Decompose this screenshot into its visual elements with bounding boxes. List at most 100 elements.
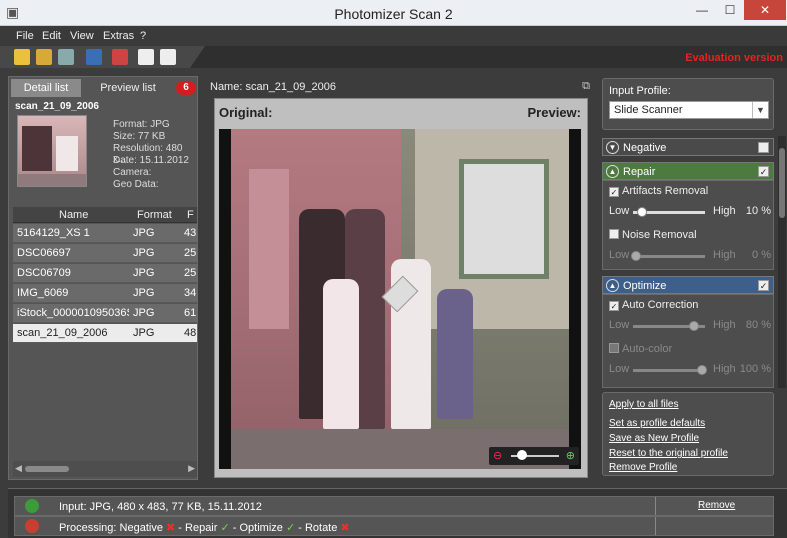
file-detail: scan_21_09_2006 Format: JPG Size: 77 KB … bbox=[13, 99, 197, 215]
repair-options: ✓ Artifacts Removal Low High 10 % Noise R… bbox=[602, 180, 774, 270]
auto-color-slider[interactable] bbox=[633, 369, 705, 372]
image-name-label: Name: scan_21_09_2006 bbox=[210, 81, 336, 93]
table-row-selected[interactable]: scan_21_09_2006 JPG 48 bbox=[13, 324, 197, 343]
save-icon[interactable] bbox=[86, 49, 102, 65]
noise-checkbox[interactable] bbox=[609, 229, 619, 239]
auto-color-option[interactable]: Auto-color bbox=[609, 343, 672, 355]
scroll-left-icon[interactable]: ◀ bbox=[15, 463, 22, 474]
rotate-off-icon: ✖ bbox=[340, 522, 350, 534]
detail-date: Date: 15.11.2012 bbox=[113, 155, 189, 166]
table-row[interactable]: IMG_6069 JPG 34 bbox=[13, 284, 197, 303]
negative-off-icon: ✖ bbox=[166, 522, 176, 534]
menu-file[interactable]: File bbox=[16, 30, 34, 42]
open-folder-icon[interactable] bbox=[14, 49, 30, 65]
input-profile-select[interactable]: Slide Scanner ▼ bbox=[609, 101, 769, 119]
menu-view[interactable]: View bbox=[70, 30, 94, 42]
reset-profile-link[interactable]: Reset to the original profile bbox=[609, 448, 728, 459]
set-profile-defaults-link[interactable]: Set as profile defaults bbox=[609, 418, 705, 429]
split-view-icon[interactable] bbox=[160, 49, 176, 65]
column-format[interactable]: Format bbox=[137, 209, 172, 221]
optimize-options: ✓ Auto Correction Low High 80 % Auto-colo… bbox=[602, 294, 774, 388]
minimize-button[interactable]: — bbox=[688, 0, 716, 20]
noise-slider[interactable] bbox=[633, 255, 705, 258]
column-extra[interactable]: F bbox=[187, 209, 194, 221]
preview-label: Preview: bbox=[527, 105, 581, 120]
table-row[interactable]: 5164129_XS 1 JPG 43 bbox=[13, 224, 197, 243]
section-repair[interactable]: ▲ Repair ✓ bbox=[602, 162, 774, 180]
zoom-control[interactable]: ⊖ ⊕ bbox=[489, 447, 579, 465]
menu-extras[interactable]: Extras bbox=[103, 30, 134, 42]
input-profile-box: Input Profile: Slide Scanner ▼ bbox=[602, 78, 774, 130]
scroll-right-icon[interactable]: ▶ bbox=[188, 463, 195, 474]
preview-panel: Name: scan_21_09_2006 ⧉ Original: Previe… bbox=[204, 76, 596, 480]
noise-slider-row: Low High 0 % bbox=[609, 249, 771, 261]
scrollbar-thumb[interactable] bbox=[779, 148, 785, 218]
auto-color-slider-knob[interactable] bbox=[697, 365, 707, 375]
detail-camera: Camera: bbox=[113, 167, 152, 178]
scrollbar-thumb[interactable] bbox=[25, 466, 69, 472]
artifacts-slider-knob[interactable] bbox=[637, 207, 647, 217]
table-row[interactable]: DSC06709 JPG 25 bbox=[13, 264, 197, 283]
chevron-up-icon[interactable]: ▲ bbox=[606, 279, 619, 292]
job-panel: Input: JPG, 480 x 483, 77 KB, 15.11.2012… bbox=[8, 488, 787, 538]
comparison-image[interactable]: ⊖ ⊕ bbox=[219, 129, 581, 469]
processing-icon bbox=[25, 519, 39, 533]
zoom-out-icon[interactable]: ⊖ bbox=[493, 449, 502, 462]
optimize-on-icon: ✓ bbox=[285, 522, 296, 534]
window-title: Photomizer Scan 2 bbox=[334, 6, 453, 22]
zoom-in-icon[interactable]: ⊕ bbox=[566, 449, 575, 462]
detail-file-name: scan_21_09_2006 bbox=[15, 101, 99, 112]
title-bar: ▣ Photomizer Scan 2 — ☐ ✕ bbox=[0, 0, 787, 26]
table-row[interactable]: DSC06697 JPG 25 bbox=[13, 244, 197, 263]
section-negative[interactable]: ▼ Negative bbox=[602, 138, 774, 156]
evaluation-label: Evaluation version bbox=[685, 52, 783, 64]
add-files-icon[interactable] bbox=[36, 49, 52, 65]
apply-to-all-link[interactable]: Apply to all files bbox=[609, 399, 678, 410]
column-name[interactable]: Name bbox=[59, 209, 88, 221]
close-button[interactable]: ✕ bbox=[744, 0, 786, 20]
external-view-icon[interactable]: ⧉ bbox=[582, 80, 590, 93]
artifacts-checkbox[interactable]: ✓ bbox=[609, 187, 619, 197]
maximize-button[interactable]: ☐ bbox=[716, 0, 744, 20]
chevron-down-icon[interactable]: ▼ bbox=[752, 102, 768, 118]
detail-size: Size: 77 KB bbox=[113, 131, 166, 142]
list-header: Name Format F bbox=[13, 207, 197, 223]
menu-help[interactable]: ? bbox=[140, 30, 146, 42]
repair-checkbox[interactable]: ✓ bbox=[758, 166, 769, 177]
optimize-checkbox[interactable]: ✓ bbox=[758, 280, 769, 291]
chevron-up-icon[interactable]: ▲ bbox=[606, 165, 619, 178]
negative-checkbox[interactable] bbox=[758, 142, 769, 153]
table-row[interactable]: iStock_000001095036Sn JPG 61 bbox=[13, 304, 197, 323]
auto-correction-checkbox[interactable]: ✓ bbox=[609, 301, 619, 311]
remove-link[interactable]: Remove bbox=[698, 500, 735, 511]
section-optimize[interactable]: ▲ Optimize ✓ bbox=[602, 276, 774, 294]
processing-row: Processing: Negative ✖ - Repair ✓ - Opti… bbox=[14, 516, 774, 536]
zoom-slider-knob[interactable] bbox=[517, 450, 527, 460]
menu-edit[interactable]: Edit bbox=[42, 30, 61, 42]
image-viewer: Original: Preview: ⊖ ⊕ bbox=[214, 98, 588, 478]
settings-scrollbar[interactable] bbox=[778, 136, 786, 388]
input-row: Input: JPG, 480 x 483, 77 KB, 15.11.2012… bbox=[14, 496, 774, 516]
delete-icon[interactable] bbox=[112, 49, 128, 65]
profile-actions: Apply to all files Set as profile defaul… bbox=[602, 392, 774, 476]
artifacts-removal-option[interactable]: ✓ Artifacts Removal bbox=[609, 185, 708, 197]
repair-on-icon: ✓ bbox=[220, 522, 230, 534]
save-new-profile-link[interactable]: Save as New Profile bbox=[609, 433, 699, 444]
input-info: Input: JPG, 480 x 483, 77 KB, 15.11.2012 bbox=[59, 501, 262, 513]
menu-bar: File Edit View Extras ? bbox=[0, 26, 787, 46]
horizontal-scrollbar[interactable]: ◀ ▶ bbox=[13, 461, 197, 477]
auto-correction-slider-knob[interactable] bbox=[689, 321, 699, 331]
tab-detail-list[interactable]: Detail list bbox=[11, 79, 81, 97]
file-list-panel: Detail list Preview list 6 scan_21_09_20… bbox=[8, 76, 198, 480]
chevron-down-icon[interactable]: ▼ bbox=[606, 141, 619, 154]
single-view-icon[interactable] bbox=[138, 49, 154, 65]
auto-color-checkbox[interactable] bbox=[609, 343, 619, 353]
auto-correction-option[interactable]: ✓ Auto Correction bbox=[609, 299, 698, 311]
settings-panel: Input Profile: Slide Scanner ▼ ▼ Negativ… bbox=[600, 76, 787, 480]
scanner-icon[interactable] bbox=[58, 49, 74, 65]
tab-preview-list[interactable]: Preview list bbox=[83, 79, 173, 97]
noise-slider-knob[interactable] bbox=[631, 251, 641, 261]
toolbar: Evaluation version bbox=[0, 46, 787, 68]
remove-profile-link[interactable]: Remove Profile bbox=[609, 462, 677, 473]
noise-removal-option[interactable]: Noise Removal bbox=[609, 229, 697, 241]
